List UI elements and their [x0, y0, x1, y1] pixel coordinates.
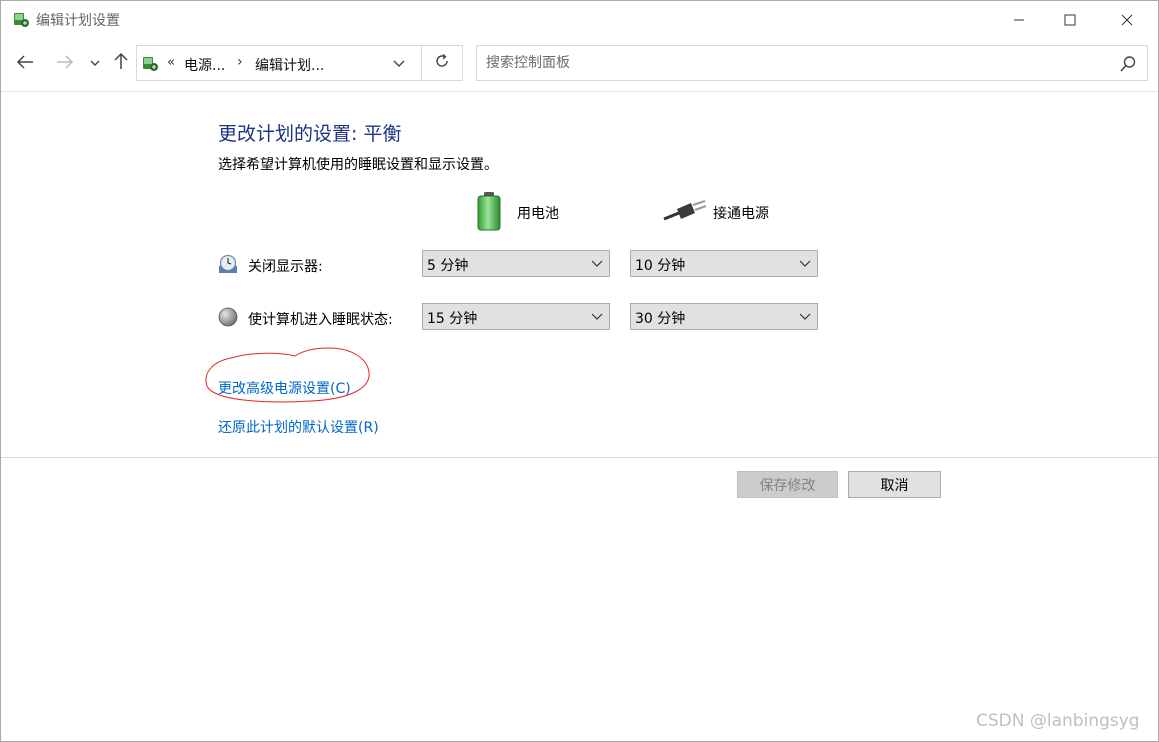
window: 编辑计划设置 « 电源... › 编辑计划... 搜索控制面板 更改计划的设置:… — [0, 0, 1159, 742]
breadcrumb-overflow[interactable]: « — [167, 55, 175, 70]
address-dropdown-button[interactable] — [393, 56, 405, 72]
chevron-down-icon — [591, 257, 603, 269]
watermark: CSDN @lanbingsyg — [976, 711, 1140, 731]
minimize-button[interactable] — [996, 1, 1042, 39]
arrow-left-icon — [16, 53, 34, 74]
setting-label-display: 关闭显示器: — [248, 259, 323, 275]
power-options-icon — [11, 10, 31, 30]
chevron-down-icon — [393, 60, 405, 67]
breadcrumb-power-options[interactable]: 电源... — [184, 55, 225, 75]
up-button[interactable] — [109, 51, 133, 75]
chevron-down-icon — [591, 310, 603, 322]
battery-icon — [474, 191, 506, 235]
search-icon[interactable] — [1119, 55, 1137, 73]
breadcrumb-separator[interactable]: › — [237, 54, 243, 70]
select-value: 5 分钟 — [427, 258, 469, 274]
recent-locations-button[interactable] — [83, 51, 107, 75]
column-header-battery: 用电池 — [517, 206, 559, 222]
search-box[interactable] — [476, 45, 1148, 81]
sleep-plugged-select[interactable]: 30 分钟 — [630, 303, 818, 330]
save-changes-button[interactable]: 保存修改 — [737, 471, 838, 498]
power-options-icon — [140, 54, 160, 74]
display-timer-icon — [218, 254, 238, 274]
setting-label-sleep: 使计算机进入睡眠状态: — [248, 312, 393, 328]
power-plug-icon — [663, 197, 707, 227]
page-title: 更改计划的设置: 平衡 — [218, 123, 402, 145]
refresh-icon — [434, 53, 450, 73]
page-subtitle: 选择希望计算机使用的睡眠设置和显示设置。 — [218, 157, 498, 173]
search-input[interactable] — [486, 55, 1086, 71]
close-icon — [1121, 11, 1133, 30]
cancel-button[interactable]: 取消 — [848, 471, 941, 498]
address-bar[interactable]: « 电源... › 编辑计划... — [136, 45, 422, 81]
select-value: 10 分钟 — [635, 258, 686, 274]
refresh-button[interactable] — [421, 45, 463, 81]
column-header-plugged: 接通电源 — [713, 206, 769, 222]
breadcrumb-edit-plan[interactable]: 编辑计划... — [255, 55, 324, 75]
window-title: 编辑计划设置 — [36, 13, 120, 29]
maximize-icon — [1064, 11, 1076, 30]
chevron-down-icon — [90, 56, 100, 70]
chevron-down-icon — [799, 257, 811, 269]
red-annotation-circle — [205, 347, 370, 403]
close-button[interactable] — [1104, 1, 1150, 39]
select-value: 15 分钟 — [427, 311, 478, 327]
back-button[interactable] — [13, 51, 37, 75]
display-off-battery-select[interactable]: 5 分钟 — [422, 250, 610, 277]
sleep-moon-icon — [218, 307, 238, 327]
navbar-divider — [1, 91, 1158, 92]
navigation-bar: « 电源... › 编辑计划... — [1, 41, 1158, 87]
forward-button[interactable] — [53, 51, 77, 75]
display-off-plugged-select[interactable]: 10 分钟 — [630, 250, 818, 277]
arrow-right-icon — [56, 53, 74, 74]
arrow-up-icon — [114, 52, 128, 75]
select-value: 30 分钟 — [635, 311, 686, 327]
sleep-battery-select[interactable]: 15 分钟 — [422, 303, 610, 330]
restore-defaults-link[interactable]: 还原此计划的默认设置(R) — [218, 417, 379, 437]
chevron-down-icon — [799, 310, 811, 322]
footer-divider — [1, 457, 1158, 458]
minimize-icon — [1013, 11, 1025, 30]
title-bar: 编辑计划设置 — [1, 1, 1158, 39]
maximize-button[interactable] — [1047, 1, 1093, 39]
